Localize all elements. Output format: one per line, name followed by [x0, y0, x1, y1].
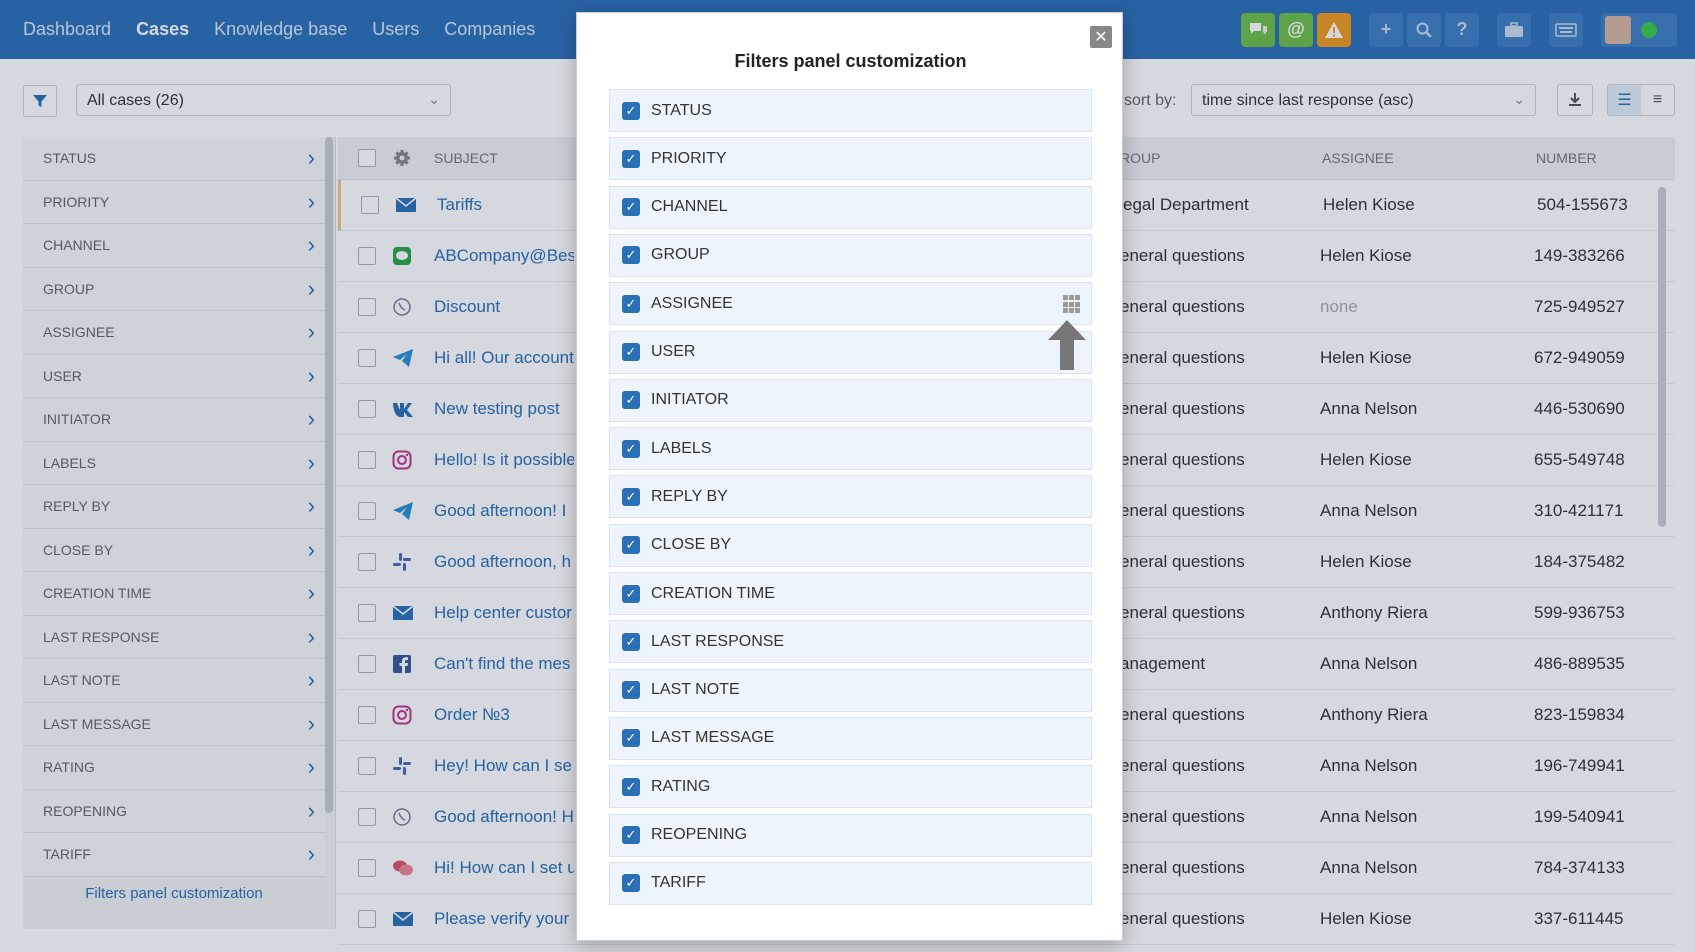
modal-option-user[interactable]: ✓ USER [609, 330, 1092, 374]
option-checkbox[interactable]: ✓ [622, 343, 640, 361]
modal-option-labels[interactable]: ✓ LABELS [609, 427, 1092, 471]
option-checkbox[interactable]: ✓ [622, 149, 640, 168]
option-checkbox[interactable]: ✓ [622, 101, 640, 120]
modal-option-close-by[interactable]: ✓ CLOSE BY [609, 523, 1092, 567]
modal-option-priority[interactable]: ✓ PRIORITY [609, 137, 1092, 181]
option-label: CREATION TIME [651, 584, 775, 602]
option-checkbox[interactable]: ✓ [622, 874, 640, 893]
option-label: INITIATOR [651, 391, 729, 409]
modal-option-reply-by[interactable]: ✓ REPLY BY [609, 475, 1092, 519]
modal-option-reopening[interactable]: ✓ REOPENING [609, 813, 1092, 857]
modal-option-group[interactable]: ✓ GROUP [609, 233, 1092, 277]
option-label: RATING [651, 777, 711, 795]
modal-option-last-message[interactable]: ✓ LAST MESSAGE [609, 716, 1092, 760]
modal-option-assignee[interactable]: ✓ ASSIGNEE [609, 282, 1092, 326]
drag-handle-icon[interactable] [1063, 295, 1081, 313]
option-checkbox[interactable]: ✓ [622, 198, 640, 217]
filters-customization-modal: Filters panel customization ✕ ✓ STATUS ✓ PR… [576, 12, 1123, 941]
option-checkbox[interactable]: ✓ [622, 439, 640, 458]
option-label: CLOSE BY [651, 536, 732, 554]
arrow-up-icon [1046, 318, 1088, 377]
modal-option-creation-time[interactable]: ✓ CREATION TIME [609, 572, 1092, 615]
option-label: ASSIGNEE [651, 294, 733, 312]
option-checkbox[interactable]: ✓ [622, 632, 640, 651]
close-icon[interactable]: ✕ [1090, 26, 1112, 48]
option-label: TARIFF [651, 874, 706, 892]
modal-option-initiator[interactable]: ✓ INITIATOR [609, 378, 1092, 422]
modal-option-last-response[interactable]: ✓ LAST RESPONSE [609, 620, 1092, 664]
modal-option-last-note[interactable]: ✓ LAST NOTE [609, 668, 1092, 712]
modal-option-channel[interactable]: ✓ CHANNEL [609, 185, 1092, 229]
option-label: LAST MESSAGE [651, 729, 775, 747]
option-label: REPLY BY [651, 487, 728, 505]
option-checkbox[interactable]: ✓ [622, 391, 640, 410]
option-label: GROUP [651, 246, 710, 264]
modal-option-status[interactable]: ✓ STATUS [609, 89, 1092, 132]
option-checkbox[interactable]: ✓ [622, 294, 640, 313]
option-checkbox[interactable]: ✓ [622, 536, 640, 555]
option-label: USER [651, 343, 696, 360]
option-checkbox[interactable]: ✓ [622, 584, 640, 603]
option-checkbox[interactable]: ✓ [622, 826, 640, 844]
option-checkbox[interactable]: ✓ [622, 777, 640, 796]
option-label: STATUS [651, 101, 712, 119]
option-label: CHANNEL [651, 198, 728, 216]
modal-option-tariff[interactable]: ✓ TARIFF [609, 861, 1092, 905]
option-label: LAST NOTE [651, 681, 740, 699]
option-checkbox[interactable]: ✓ [622, 681, 640, 700]
option-label: PRIORITY [651, 149, 727, 167]
option-label: LAST RESPONSE [651, 632, 785, 650]
option-label: REOPENING [651, 826, 748, 843]
option-checkbox[interactable]: ✓ [622, 487, 640, 506]
option-label: LABELS [651, 439, 712, 457]
option-checkbox[interactable]: ✓ [622, 729, 640, 748]
modal-option-rating[interactable]: ✓ RATING [609, 765, 1092, 809]
option-checkbox[interactable]: ✓ [622, 246, 640, 265]
modal-title: Filters panel customization [734, 51, 967, 71]
